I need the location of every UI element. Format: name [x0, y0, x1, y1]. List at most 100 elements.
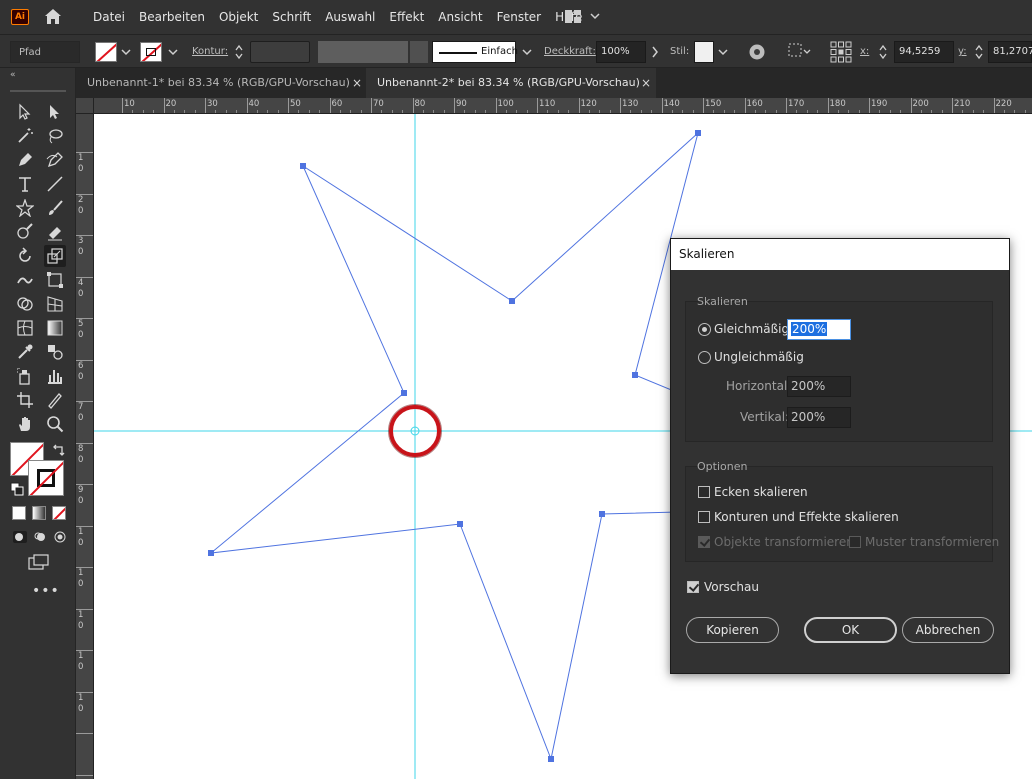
x-input[interactable]: 94,5259 mm	[894, 41, 954, 77]
draw-normal-icon[interactable]	[12, 530, 28, 544]
none-mode-button[interactable]	[52, 506, 66, 520]
mesh-tool[interactable]	[14, 317, 36, 339]
preview-checkbox[interactable]	[687, 581, 699, 593]
gradient-mode-button[interactable]	[32, 506, 46, 520]
scale-corners-label[interactable]: Ecken skalieren	[714, 485, 808, 499]
align-icon[interactable]	[788, 43, 814, 61]
x-label[interactable]: x:	[860, 41, 872, 63]
curvature-tool[interactable]	[44, 149, 66, 171]
ruler-origin[interactable]	[76, 98, 94, 114]
lasso-tool[interactable]	[44, 125, 66, 147]
column-graph-tool[interactable]	[44, 365, 66, 387]
magic-wand-tool[interactable]	[14, 125, 36, 147]
opacity-label[interactable]: Deckkraft:	[544, 41, 596, 63]
vertical-ruler[interactable]: 1020304050607080901010101010	[76, 114, 94, 779]
slice-tool[interactable]	[44, 389, 66, 411]
profile-dropdown[interactable]	[410, 41, 428, 63]
free-transform-tool[interactable]	[44, 269, 66, 291]
opacity-input[interactable]: 100%	[596, 41, 646, 63]
y-input[interactable]: 81,2707	[988, 41, 1032, 63]
swap-colors-icon[interactable]	[52, 443, 66, 457]
star-tool[interactable]	[14, 197, 36, 219]
menu-window[interactable]: Fenster	[490, 0, 549, 34]
graphic-style-swatch[interactable]	[694, 41, 714, 63]
scale-corners-checkbox[interactable]	[698, 486, 710, 498]
artboard-tool[interactable]	[14, 389, 36, 411]
menu-file[interactable]: Datei	[86, 0, 132, 34]
chevron-down-icon[interactable]	[522, 47, 532, 57]
draw-behind-icon[interactable]	[32, 530, 48, 544]
variable-width-profile[interactable]	[318, 41, 408, 63]
uniform-radio[interactable]	[698, 323, 711, 336]
shape-builder-tool[interactable]	[14, 293, 36, 315]
y-label[interactable]: y:	[958, 41, 970, 63]
stroke-swatch[interactable]	[140, 41, 182, 63]
reference-point-icon[interactable]	[830, 41, 852, 63]
horizontal-ruler[interactable]: 10 20 30 40 50 60 70 80 90 100 110 120 130 140 150 160 1…	[94, 98, 1032, 114]
close-icon[interactable]: ×	[641, 68, 651, 98]
chevron-right-icon[interactable]	[650, 46, 660, 58]
eyedropper-tool[interactable]	[14, 341, 36, 363]
chevron-down-icon[interactable]	[168, 47, 178, 57]
cancel-button[interactable]: Abbrechen	[902, 617, 994, 643]
preview-label[interactable]: Vorschau	[704, 580, 759, 594]
hand-tool[interactable]	[14, 413, 36, 435]
toolbar-grip[interactable]	[10, 90, 66, 92]
default-colors-icon[interactable]	[10, 482, 24, 496]
scale-strokes-label[interactable]: Konturen und Effekte skalieren	[714, 510, 899, 524]
line-tool[interactable]	[44, 173, 66, 195]
type-tool[interactable]	[14, 173, 36, 195]
tab-document-2[interactable]: Unbenannt-2* bei 83.34 % (RGB/GPU-Vorsch…	[366, 68, 656, 98]
eraser-tool[interactable]	[44, 221, 66, 243]
menu-effect[interactable]: Effekt	[382, 0, 431, 34]
stepper-icon[interactable]	[878, 43, 888, 61]
dialog-title[interactable]: Skalieren	[671, 239, 1009, 270]
warp-tool[interactable]	[14, 269, 36, 291]
ok-button[interactable]: OK	[804, 617, 897, 643]
direct-selection-tool[interactable]	[44, 101, 66, 123]
copy-button[interactable]: Kopieren	[686, 617, 779, 643]
stroke-color-swatch[interactable]	[28, 460, 64, 496]
more-tools-icon[interactable]: •••	[32, 583, 60, 599]
pen-tool[interactable]	[14, 149, 36, 171]
close-icon[interactable]: ×	[352, 68, 362, 98]
menu-type[interactable]: Schrift	[265, 0, 318, 34]
chevron-down-icon[interactable]	[590, 11, 600, 21]
gradient-tool[interactable]	[44, 317, 66, 339]
color-mode-button[interactable]	[12, 506, 26, 520]
chevron-down-icon[interactable]	[718, 47, 728, 57]
vertical-scale-input[interactable]: 200%	[787, 407, 851, 428]
screen-mode-icon[interactable]	[28, 554, 50, 570]
fill-swatch[interactable]	[95, 41, 135, 63]
nonuniform-label[interactable]: Ungleichmäßig	[714, 350, 804, 364]
selection-tool[interactable]	[14, 101, 36, 123]
brush-style-field[interactable]: Einfach	[432, 41, 518, 63]
draw-inside-icon[interactable]	[52, 530, 68, 544]
shaper-tool[interactable]	[14, 221, 36, 243]
menu-object[interactable]: Objekt	[212, 0, 265, 34]
menu-view[interactable]: Ansicht	[431, 0, 489, 34]
blend-tool[interactable]	[44, 341, 66, 363]
chevron-down-icon[interactable]	[121, 47, 131, 57]
stroke-label[interactable]: Kontur:	[192, 41, 228, 63]
stepper-icon[interactable]	[974, 43, 984, 61]
stroke-weight-field[interactable]	[250, 41, 310, 63]
rotate-tool[interactable]	[14, 245, 36, 267]
uniform-scale-input[interactable]: 200%	[787, 319, 851, 340]
collapse-icon[interactable]: «	[10, 70, 16, 80]
recolor-icon[interactable]	[748, 43, 766, 61]
scale-strokes-checkbox[interactable]	[698, 511, 710, 523]
tab-document-1[interactable]: Unbenannt-1* bei 83.34 % (RGB/GPU-Vorsch…	[76, 68, 366, 98]
paintbrush-tool[interactable]	[44, 197, 66, 219]
menu-edit[interactable]: Bearbeiten	[132, 0, 212, 34]
nonuniform-radio[interactable]	[698, 351, 711, 364]
menu-select[interactable]: Auswahl	[318, 0, 382, 34]
stepper-icon[interactable]	[234, 43, 244, 61]
uniform-label[interactable]: Gleichmäßig:	[714, 322, 793, 336]
scale-tool[interactable]	[44, 245, 66, 267]
perspective-grid-tool[interactable]	[44, 293, 66, 315]
zoom-tool[interactable]	[44, 413, 66, 435]
home-icon[interactable]	[44, 8, 62, 25]
workspace-icon[interactable]	[565, 10, 581, 23]
symbol-sprayer-tool[interactable]	[14, 365, 36, 387]
